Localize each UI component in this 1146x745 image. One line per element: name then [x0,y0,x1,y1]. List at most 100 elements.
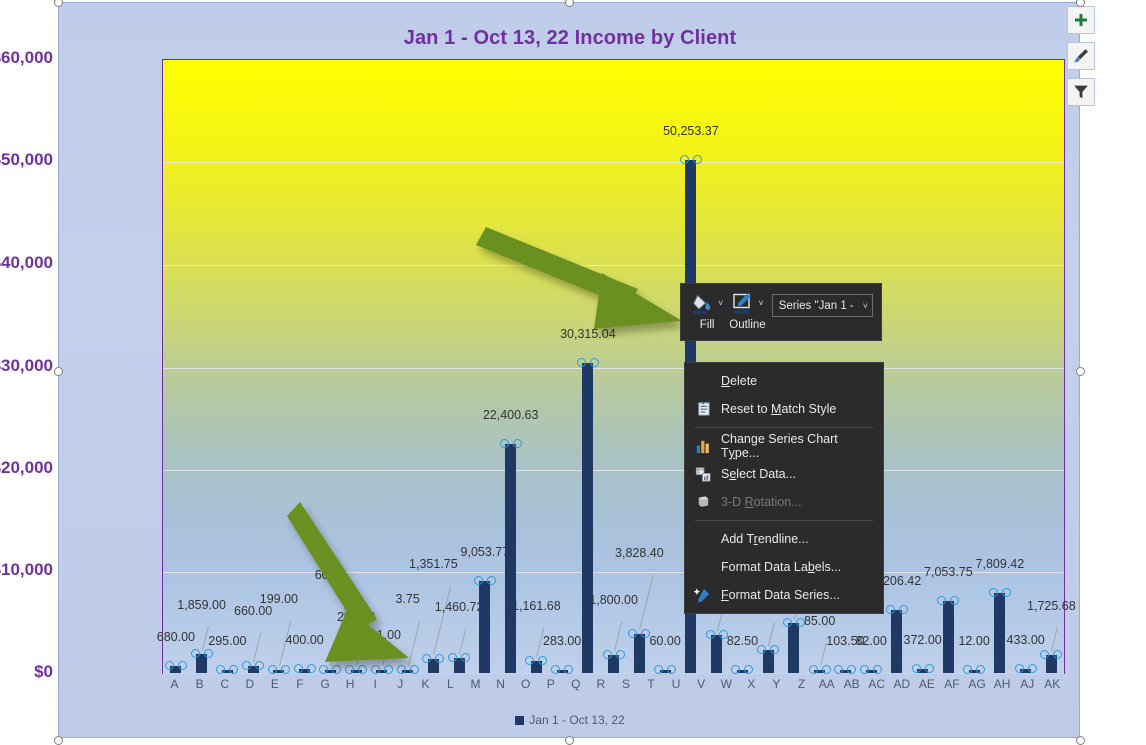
chart-object[interactable]: Jan 1 - Oct 13, 22 Income by Client $60,… [0,0,1095,745]
chart-resize-handle-bottom-right[interactable] [1076,736,1085,745]
bar[interactable] [164,661,187,673]
data-point-selection-handle[interactable] [216,665,239,674]
data-point-selection-handle[interactable] [499,439,522,449]
data-point-selection-handle[interactable] [885,604,908,614]
data-point-selection-handle[interactable] [190,649,213,659]
data-label[interactable]: 12.00 [958,634,989,648]
data-point[interactable]: 199.00 [260,60,298,674]
data-point-selection-handle[interactable] [164,661,187,671]
chevron-down-icon[interactable]: ˅ [863,301,868,311]
data-point[interactable]: 60.00 [649,60,681,674]
bar[interactable] [267,665,290,674]
data-label[interactable]: 60.00 [649,634,680,648]
data-point[interactable]: 372.00 [904,60,942,674]
chart-resize-handle-bottom-left[interactable] [54,736,63,745]
data-point[interactable]: 292.00 [337,60,375,674]
data-point[interactable]: 6,206.42 [873,60,921,673]
bar[interactable] [808,665,831,674]
bar[interactable] [242,661,265,673]
data-point[interactable]: 12.00 [958,60,990,674]
bar[interactable] [911,664,934,674]
data-point-selection-handle[interactable] [293,663,316,673]
data-point-selection-handle[interactable] [319,665,342,674]
bar[interactable] [1014,663,1037,673]
data-point-selection-handle[interactable] [705,630,728,640]
data-point[interactable]: 3,828.40 [615,60,664,673]
bar[interactable] [937,595,960,673]
data-point[interactable]: 1,859.00 [177,60,226,673]
data-point-selection-handle[interactable] [808,665,831,674]
data-point-selection-handle[interactable] [473,575,496,585]
bar[interactable] [1040,650,1063,673]
fill-tool[interactable]: ˅ Fill [691,290,723,331]
data-point[interactable]: 283.00 [543,60,581,674]
data-point[interactable]: 400.00 [286,60,324,673]
data-point[interactable]: 1,161.68 [512,60,561,673]
data-label[interactable]: 60.00 [315,568,346,582]
bar[interactable] [602,649,625,673]
data-point[interactable]: 433.00 [1007,60,1045,673]
context-menu-item[interactable]: Format Data Labels... [685,553,883,581]
chart-legend[interactable]: Jan 1 - Oct 13, 22 [59,713,1081,727]
bar[interactable] [370,665,393,674]
data-point[interactable]: 7,809.42 [976,60,1024,673]
data-point[interactable]: 9,053.77 [461,60,509,673]
chart-resize-handle-middle-left[interactable] [54,367,63,376]
data-point-selection-handle[interactable] [576,358,599,368]
data-label[interactable]: 1,725.68 [1027,599,1076,613]
chart-title[interactable]: Jan 1 - Oct 13, 22 Income by Client [59,27,1081,50]
outline-tool[interactable]: ˅ Outline [729,290,766,331]
bar[interactable] [190,649,213,673]
bar[interactable] [422,654,445,673]
bar[interactable] [216,665,239,674]
bar[interactable] [473,575,496,673]
context-menu-item[interactable]: Reset to Match Style [685,395,883,423]
data-label[interactable]: 85.00 [804,614,835,628]
fill-dropdown-caret[interactable]: ˅ [718,298,723,308]
context-menu-item[interactable]: Change Series Chart Type... [685,432,883,460]
data-point-selection-handle[interactable] [937,595,960,605]
data-point-selection-handle[interactable] [396,665,419,674]
data-point-selection-handle[interactable] [860,665,883,674]
data-series[interactable]: 680.00 1,859.00 295.00 660.00 199.00 400.00 60… [157,60,1076,674]
data-point-selection-handle[interactable] [525,656,548,666]
data-point-selection-handle[interactable] [782,617,805,627]
bar[interactable] [731,665,754,674]
data-point[interactable]: 680.00 [157,60,195,673]
mini-toolbar[interactable]: ˅ Fill ˅ Outline Series "Jan 1 - ( ˅ [680,283,882,341]
data-point[interactable]: 60.00 [315,60,349,674]
data-label[interactable]: 82.50 [727,634,758,648]
bar[interactable] [551,665,574,674]
bar[interactable] [782,617,805,673]
chart-resize-handle-top-center[interactable] [565,0,574,7]
bar[interactable] [860,665,883,674]
bar[interactable] [576,358,599,673]
context-menu-item[interactable]: Delete [685,367,883,395]
data-point-selection-handle[interactable] [448,653,471,663]
data-point[interactable]: 3.75 [395,60,421,674]
bar[interactable] [396,665,419,674]
data-point-selection-handle[interactable] [370,665,393,674]
data-point-selection-handle[interactable] [1040,650,1063,660]
data-label[interactable]: 82.00 [855,634,886,648]
data-point[interactable]: 1,800.00 [589,60,638,673]
data-point-selection-handle[interactable] [242,661,265,671]
data-point-selection-handle[interactable] [654,665,677,674]
data-point-selection-handle[interactable] [679,154,702,164]
data-point-selection-handle[interactable] [267,665,290,674]
chart-resize-handle-middle-right[interactable] [1076,367,1085,376]
bar[interactable] [319,665,342,674]
chart-resize-handle-top-left[interactable] [54,0,63,7]
bar[interactable] [654,665,677,674]
outline-dropdown-caret[interactable]: ˅ [758,298,763,308]
category-axis[interactable]: A B C D E F G H I J K L M N O P Q R S T U V W X Y Z AA AB AC AD AE AF AG… [162,677,1065,697]
context-menu[interactable]: Delete Reset to Match Style Change Series … [684,362,884,614]
chart-resize-handle-bottom-center[interactable] [565,736,574,745]
bar[interactable] [963,665,986,674]
bar[interactable] [448,653,471,673]
chart-filters-button[interactable] [1067,78,1095,106]
data-point[interactable]: 1,351.75 [409,60,458,673]
data-point[interactable]: 7,053.75 [924,60,973,673]
data-point-selection-handle[interactable] [963,665,986,674]
data-point[interactable]: 660.00 [234,60,272,673]
